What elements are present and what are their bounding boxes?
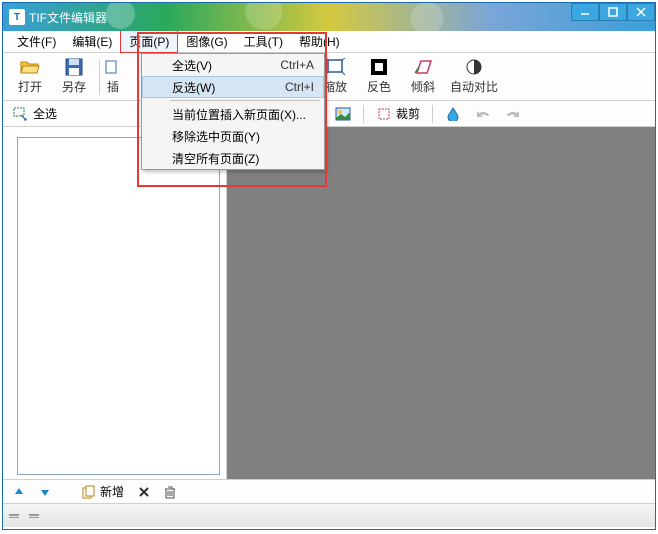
- grip-icon: [29, 514, 39, 518]
- menu-invert-selection[interactable]: 反选(W) Ctrl+I: [142, 76, 324, 98]
- zoom-icon: [325, 58, 345, 76]
- app-icon: T: [9, 9, 25, 25]
- toolbar-divider: [432, 105, 433, 123]
- menu-item-label: 当前位置插入新页面(X)...: [172, 106, 306, 123]
- menu-edit[interactable]: 编辑(E): [64, 31, 120, 52]
- open-button[interactable]: 打开: [9, 55, 51, 99]
- contrast-icon: [464, 58, 484, 76]
- menu-item-shortcut: Ctrl+I: [285, 80, 314, 94]
- invert-icon: [369, 58, 389, 76]
- menu-separator: [170, 100, 320, 101]
- minimize-button[interactable]: [571, 3, 599, 21]
- toolbar-secondary: 全选 1:1 裁剪: [3, 101, 655, 127]
- save-as-button[interactable]: 另存: [53, 55, 95, 99]
- toolbar-divider: [99, 59, 100, 95]
- thumbnail-panel: [3, 127, 227, 479]
- add-page-button[interactable]: 新增: [77, 481, 128, 502]
- menu-tools[interactable]: 工具(T): [236, 31, 291, 52]
- menu-item-label: 清空所有页面(Z): [172, 150, 259, 167]
- move-up-button[interactable]: [9, 484, 29, 500]
- menu-file[interactable]: 文件(F): [9, 31, 64, 52]
- page-menu-dropdown: 全选(V) Ctrl+A 反选(W) Ctrl+I 当前位置插入新页面(X)..…: [141, 53, 325, 170]
- save-as-label: 另存: [62, 78, 86, 95]
- insert-label: 插: [107, 78, 119, 95]
- menu-image[interactable]: 图像(G): [178, 31, 235, 52]
- grip-icon: [9, 514, 19, 518]
- undo-icon: [475, 106, 491, 122]
- menu-insert-page[interactable]: 当前位置插入新页面(X)...: [142, 103, 324, 125]
- delete-button[interactable]: [134, 484, 154, 500]
- menu-page[interactable]: 页面(P): [120, 30, 178, 53]
- crop-label: 裁剪: [396, 105, 420, 122]
- menu-select-all[interactable]: 全选(V) Ctrl+A: [142, 54, 324, 76]
- toolbar-divider: [363, 105, 364, 123]
- menu-clear-all[interactable]: 清空所有页面(Z): [142, 147, 324, 169]
- statusbar: [3, 503, 655, 527]
- select-all-label: 全选: [33, 105, 57, 122]
- droplet-button[interactable]: [441, 104, 465, 124]
- menu-item-shortcut: Ctrl+A: [280, 58, 314, 72]
- main-area: [3, 127, 655, 479]
- maximize-button[interactable]: [599, 3, 627, 21]
- move-down-button[interactable]: [35, 484, 55, 500]
- zoom-label: 缩放: [323, 78, 347, 95]
- floppy-icon: [64, 58, 84, 76]
- toolbar-primary: 打开 另存 插 缩放 反色 倾斜 自动对比: [3, 53, 655, 101]
- select-all-button[interactable]: 全选: [9, 103, 61, 124]
- trash-button[interactable]: [160, 483, 180, 501]
- auto-contrast-label: 自动对比: [450, 78, 498, 95]
- invert-button[interactable]: 反色: [358, 55, 400, 99]
- insert-icon: [104, 58, 122, 76]
- redo-icon: [505, 106, 521, 122]
- menu-item-label: 反选(W): [172, 79, 215, 96]
- copy-icon: [81, 484, 97, 500]
- open-label: 打开: [18, 78, 42, 95]
- auto-contrast-button[interactable]: 自动对比: [446, 55, 502, 99]
- image-tool-button[interactable]: [331, 104, 355, 124]
- menu-help[interactable]: 帮助(H): [291, 31, 348, 52]
- canvas-area[interactable]: [227, 127, 655, 479]
- redo-button[interactable]: [501, 104, 525, 124]
- menu-remove-selected[interactable]: 移除选中页面(Y): [142, 125, 324, 147]
- thumbnail-list[interactable]: [17, 137, 220, 475]
- insert-button-partial[interactable]: 插: [104, 55, 122, 99]
- skew-button[interactable]: 倾斜: [402, 55, 444, 99]
- undo-button[interactable]: [471, 104, 495, 124]
- menu-item-label: 移除选中页面(Y): [172, 128, 260, 145]
- add-label: 新增: [100, 483, 124, 500]
- close-button[interactable]: [627, 3, 655, 21]
- skew-label: 倾斜: [411, 78, 435, 95]
- droplet-icon: [445, 106, 461, 122]
- skew-icon: [413, 58, 433, 76]
- menu-item-label: 全选(V): [172, 57, 212, 74]
- crop-icon: [376, 106, 392, 122]
- titlebar: T TIF文件编辑器: [3, 3, 655, 31]
- crop-button[interactable]: 裁剪: [372, 103, 424, 124]
- bottombar: 新增: [3, 479, 655, 503]
- folder-open-icon: [20, 58, 40, 76]
- window-title: TIF文件编辑器: [29, 9, 107, 26]
- select-all-icon: [13, 106, 29, 122]
- invert-label: 反色: [367, 78, 391, 95]
- picture-icon: [335, 106, 351, 122]
- menubar: 文件(F) 编辑(E) 页面(P) 图像(G) 工具(T) 帮助(H): [3, 31, 655, 53]
